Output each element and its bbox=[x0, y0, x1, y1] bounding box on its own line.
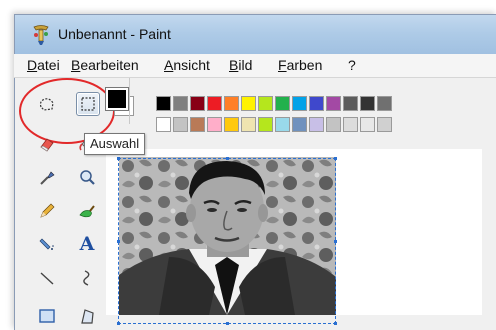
palette-swatch-bottom-12[interactable] bbox=[360, 117, 375, 132]
palette-swatch-top-1[interactable] bbox=[173, 96, 188, 111]
curve-tool[interactable] bbox=[76, 267, 98, 289]
palette-swatch-bottom-7[interactable] bbox=[275, 117, 290, 132]
menu-bar: Datei Bearbeiten Ansicht Bild Farben ? bbox=[14, 54, 496, 78]
brush-icon bbox=[79, 205, 95, 218]
eraser-icon bbox=[40, 138, 54, 152]
palette-swatch-top-10[interactable] bbox=[326, 96, 341, 111]
text-tool-icon: A bbox=[79, 233, 95, 255]
palette-swatch-bottom-1[interactable] bbox=[173, 117, 188, 132]
menu-datei-rest: atei bbox=[37, 57, 60, 73]
menu-farben-rest: arben bbox=[286, 57, 323, 73]
rectangle-tool[interactable] bbox=[36, 305, 58, 327]
rectangle-icon bbox=[39, 309, 55, 323]
selection-handle-top-center[interactable] bbox=[226, 157, 229, 160]
palette-swatch-top-9[interactable] bbox=[309, 96, 324, 111]
menu-bearbeiten-rest: earbeiten bbox=[80, 57, 139, 73]
palette-swatch-top-12[interactable] bbox=[360, 96, 375, 111]
brush-tool[interactable] bbox=[76, 200, 98, 222]
polygon-tool[interactable] bbox=[76, 305, 98, 327]
line-tool[interactable] bbox=[36, 267, 58, 289]
palette-swatch-bottom-2[interactable] bbox=[190, 117, 205, 132]
palette-swatch-top-13[interactable] bbox=[377, 96, 392, 111]
menu-bild[interactable]: Bild bbox=[229, 57, 252, 73]
eraser-tool[interactable] bbox=[36, 133, 58, 155]
palette-swatch-bottom-0[interactable] bbox=[156, 117, 171, 132]
foreground-color-box[interactable] bbox=[105, 87, 129, 111]
palette-swatch-top-2[interactable] bbox=[190, 96, 205, 111]
palette-swatch-top-6[interactable] bbox=[258, 96, 273, 111]
palette-swatch-bottom-13[interactable] bbox=[377, 117, 392, 132]
selection-handle-top-left[interactable] bbox=[117, 157, 120, 160]
palette-divider bbox=[129, 78, 130, 124]
menu-help[interactable]: ? bbox=[348, 57, 356, 73]
pencil-icon bbox=[40, 203, 55, 218]
palette-swatch-bottom-11[interactable] bbox=[343, 117, 358, 132]
palette-swatch-top-3[interactable] bbox=[207, 96, 222, 111]
magnifier-icon bbox=[80, 170, 95, 185]
eyedropper-icon bbox=[40, 171, 55, 185]
selection-rectangle[interactable] bbox=[118, 158, 336, 324]
palette-swatch-top-4[interactable] bbox=[224, 96, 239, 111]
tooltip: Auswahl bbox=[84, 133, 146, 155]
palette-swatch-top-0[interactable] bbox=[156, 96, 171, 111]
pick-color-tool[interactable] bbox=[36, 167, 58, 189]
paint-app-icon bbox=[32, 25, 50, 45]
menu-bild-rest: ild bbox=[238, 57, 253, 73]
text-tool[interactable]: A bbox=[76, 233, 98, 255]
selection-handle-bottom-left[interactable] bbox=[117, 322, 120, 325]
palette-swatch-bottom-8[interactable] bbox=[292, 117, 307, 132]
airbrush-tool[interactable] bbox=[36, 233, 58, 255]
curve-icon bbox=[83, 270, 90, 286]
palette-swatch-top-11[interactable] bbox=[343, 96, 358, 111]
palette-swatch-top-7[interactable] bbox=[275, 96, 290, 111]
palette-swatch-bottom-4[interactable] bbox=[224, 117, 239, 132]
airbrush-icon bbox=[39, 238, 54, 250]
selection-handle-bottom-center[interactable] bbox=[226, 322, 229, 325]
pencil-tool[interactable] bbox=[36, 200, 58, 222]
line-icon bbox=[40, 272, 54, 285]
palette-swatch-top-5[interactable] bbox=[241, 96, 256, 111]
palette-swatch-bottom-9[interactable] bbox=[309, 117, 324, 132]
polygon-icon bbox=[81, 309, 94, 324]
magnifier-tool[interactable] bbox=[76, 167, 98, 189]
palette-swatch-bottom-10[interactable] bbox=[326, 117, 341, 132]
menu-ansicht-rest: nsicht bbox=[173, 57, 210, 73]
palette-swatch-bottom-6[interactable] bbox=[258, 117, 273, 132]
menu-bearbeiten[interactable]: Bearbeiten bbox=[71, 57, 139, 73]
menu-datei[interactable]: Datei bbox=[27, 57, 60, 73]
menu-farben[interactable]: Farben bbox=[278, 57, 322, 73]
menu-ansicht[interactable]: Ansicht bbox=[164, 57, 210, 73]
window-title: Unbenannt - Paint bbox=[58, 26, 171, 42]
selection-handle-middle-right[interactable] bbox=[334, 240, 337, 243]
palette-swatch-bottom-5[interactable] bbox=[241, 117, 256, 132]
selection-handle-middle-left[interactable] bbox=[117, 240, 120, 243]
palette-swatch-bottom-3[interactable] bbox=[207, 117, 222, 132]
title-bar: Unbenannt - Paint bbox=[14, 14, 496, 55]
selection-handle-bottom-right[interactable] bbox=[334, 322, 337, 325]
selection-handle-top-right[interactable] bbox=[334, 157, 337, 160]
palette-swatch-top-8[interactable] bbox=[292, 96, 307, 111]
